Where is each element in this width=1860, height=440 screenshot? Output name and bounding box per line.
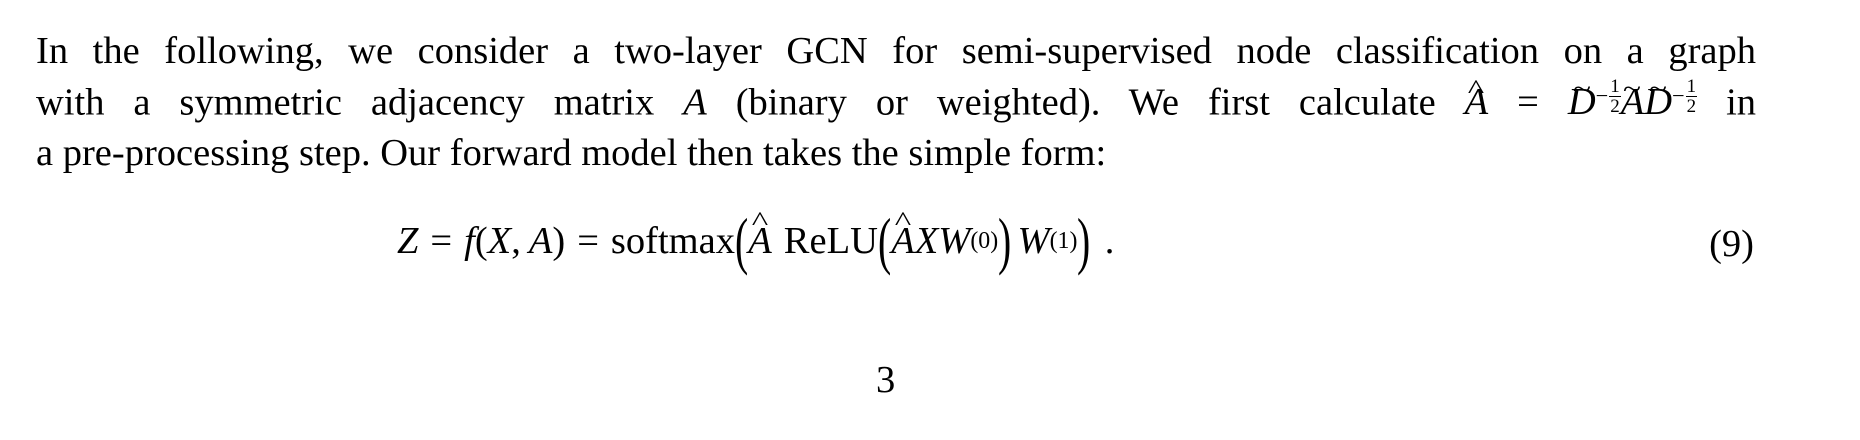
math-A-hat: A: [891, 219, 915, 263]
math-W: W: [938, 220, 971, 262]
text-segment: (binary or weighted). We first calculate: [735, 81, 1436, 124]
math-X: X: [914, 220, 939, 262]
text-segment: with a symmetric adjacency matrix: [36, 81, 655, 124]
big-open-paren: (: [735, 205, 749, 276]
paragraph-line-2: with a symmetric adjacency matrix A (bin…: [36, 77, 1756, 128]
math-A-hat: A: [748, 219, 772, 263]
fraction-denominator: 2: [1610, 95, 1620, 117]
math-f: f: [464, 220, 475, 262]
softmax-operator: softmax: [610, 220, 735, 262]
fraction-numerator: 1: [1609, 76, 1621, 97]
big-close-paren: ): [1077, 205, 1091, 276]
display-equation: Z = f ( X , A ) = softmax ( A ReLU ( A X…: [397, 206, 1114, 276]
close-paren: ): [552, 220, 566, 262]
math-X: X: [487, 220, 512, 262]
math-A: A: [683, 81, 707, 124]
equation-number: (9): [1709, 223, 1754, 265]
minus-sign: −: [1672, 83, 1685, 109]
comma: ,: [511, 220, 521, 262]
equals-sign: =: [577, 220, 599, 262]
fraction-numerator: 1: [1685, 76, 1698, 97]
math-A-hat: A: [1465, 77, 1489, 128]
equals-sign: =: [1517, 81, 1539, 124]
fraction-denominator: 2: [1686, 95, 1697, 117]
paragraph-line-1: In the following, we consider a two-laye…: [36, 30, 1756, 72]
minus-sign: −: [1595, 83, 1609, 109]
big-close-paren: ): [998, 205, 1012, 276]
math-W: W: [1017, 220, 1050, 262]
exponent-neg-half: −1 2: [1672, 76, 1698, 117]
relu-operator: ReLU: [783, 220, 878, 262]
body-paragraph: In the following, we consider a two-laye…: [36, 26, 1756, 179]
math-A-tilde: A: [1621, 77, 1645, 128]
math-D-tilde: D: [1644, 77, 1672, 128]
paragraph-line-3: a pre-processing step. Our forward model…: [36, 132, 1107, 175]
exponent-neg-half: −1 2: [1596, 77, 1621, 116]
open-paren: (: [474, 220, 488, 262]
fraction-half: 12: [1685, 76, 1698, 117]
fraction-half: 12: [1609, 76, 1621, 117]
math-A: A: [528, 220, 553, 262]
superscript-0: (0): [970, 227, 999, 254]
math-Z: Z: [397, 220, 419, 262]
text-segment: in: [1726, 81, 1757, 124]
equation-period: .: [1104, 220, 1115, 262]
math-D-tilde: D: [1568, 77, 1596, 128]
big-open-paren: (: [877, 205, 892, 276]
equals-sign: =: [430, 220, 453, 262]
superscript-1: (1): [1049, 227, 1078, 254]
inline-formula: A = D−12AD−12: [1465, 77, 1698, 124]
paper-page: In the following, we consider a two-laye…: [0, 0, 1860, 440]
page-number: 3: [876, 359, 896, 401]
